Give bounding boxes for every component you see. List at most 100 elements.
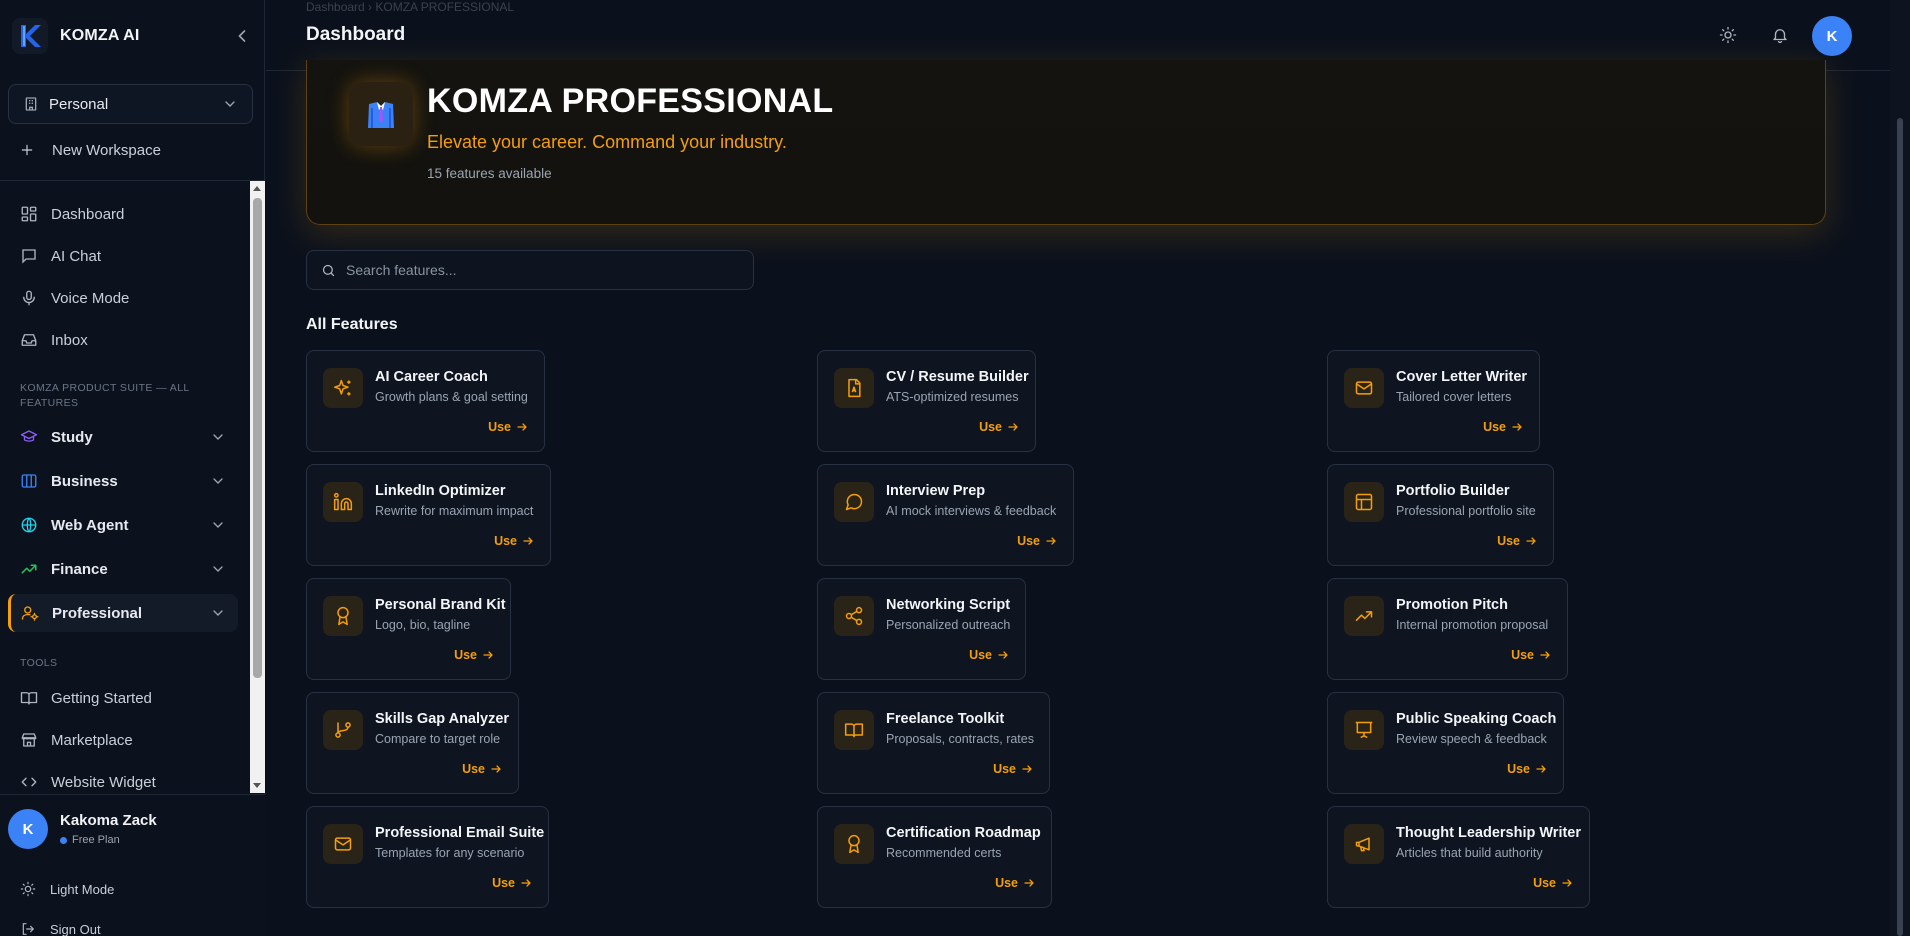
sidebar-item-dashboard[interactable]: Dashboard: [20, 202, 124, 226]
feature-description: Personalized outreach: [886, 618, 1011, 632]
feature-card-interview-prep[interactable]: Interview Prep AI mock interviews & feed…: [817, 464, 1074, 566]
feature-card-ai-career-coach[interactable]: AI Career Coach Growth plans & goal sett…: [306, 350, 545, 452]
use-label: Use: [1497, 534, 1520, 548]
use-button[interactable]: Use: [993, 762, 1033, 776]
workspace-select[interactable]: Personal: [8, 84, 253, 124]
page-title: Dashboard: [306, 24, 406, 45]
feature-description: AI mock interviews & feedback: [886, 504, 1057, 518]
graduation-cap-icon: [20, 428, 38, 446]
sidebar-group-business[interactable]: Business: [8, 462, 238, 500]
use-button[interactable]: Use: [969, 648, 1009, 662]
use-label: Use: [1511, 648, 1534, 662]
building-icon: [20, 472, 38, 490]
sidebar-item-marketplace[interactable]: Marketplace: [20, 728, 133, 752]
feature-card-thought-leadership-writer[interactable]: Thought Leadership Writer Articles that …: [1327, 806, 1590, 908]
sidebar-nav: Dashboard AI Chat Voice Mode Inbox KOMZA…: [0, 180, 265, 793]
sidebar-item-label: AI Chat: [51, 247, 102, 265]
layout-icon: [1344, 482, 1384, 522]
sidebar-item-getting-started[interactable]: Getting Started: [20, 686, 152, 710]
feature-card-cv-resume-builder[interactable]: CV / Resume Builder ATS-optimized resume…: [817, 350, 1036, 452]
sidebar-group-study[interactable]: Study: [8, 418, 238, 456]
feature-card-skills-gap-analyzer[interactable]: Skills Gap Analyzer Compare to target ro…: [306, 692, 519, 794]
search-input[interactable]: [346, 262, 726, 278]
use-button[interactable]: Use: [492, 876, 532, 890]
award-icon: [834, 824, 874, 864]
hero-banner: KOMZA PROFESSIONAL Elevate your career. …: [306, 60, 1826, 225]
scrollbar-thumb[interactable]: [1897, 118, 1903, 936]
use-button[interactable]: Use: [454, 648, 494, 662]
scroll-up-arrow-icon[interactable]: [253, 186, 261, 191]
presentation-icon: [1344, 710, 1384, 750]
feature-card-public-speaking-coach[interactable]: Public Speaking Coach Review speech & fe…: [1327, 692, 1564, 794]
theme-toggle-button[interactable]: [1719, 26, 1739, 46]
main-scrollbar[interactable]: [1890, 0, 1910, 936]
mail-icon: [323, 824, 363, 864]
use-button[interactable]: Use: [1533, 876, 1573, 890]
sign-out-button[interactable]: Sign Out: [20, 919, 101, 936]
sidebar-group-label: Web Agent: [51, 516, 129, 534]
use-button[interactable]: Use: [488, 420, 528, 434]
section-title: All Features: [306, 316, 398, 333]
use-button[interactable]: Use: [494, 534, 534, 548]
plan-status-dot: [60, 836, 67, 844]
feature-card-portfolio-builder[interactable]: Portfolio Builder Professional portfolio…: [1327, 464, 1554, 566]
search-box[interactable]: [306, 250, 754, 290]
use-label: Use: [979, 420, 1002, 434]
feature-card-freelance-toolkit[interactable]: Freelance Toolkit Proposals, contracts, …: [817, 692, 1050, 794]
sidebar-group-web-agent[interactable]: Web Agent: [8, 506, 238, 544]
feature-card-certification-roadmap[interactable]: Certification Roadmap Recommended certs …: [817, 806, 1052, 908]
feature-description: Compare to target role: [375, 732, 501, 746]
use-label: Use: [1533, 876, 1556, 890]
sidebar-item-voice-mode[interactable]: Voice Mode: [20, 286, 129, 310]
sidebar-item-website-widget[interactable]: Website Widget: [20, 770, 156, 794]
sidebar: KOMZA AI Personal New Workspace Dashboar…: [0, 0, 265, 936]
sign-out-icon: [20, 921, 36, 936]
scroll-down-arrow-icon[interactable]: [253, 783, 261, 788]
feature-card-linkedin-optimizer[interactable]: LinkedIn Optimizer Rewrite for maximum i…: [306, 464, 551, 566]
sidebar-group-label: Finance: [51, 560, 108, 578]
sidebar-group-finance[interactable]: Finance: [8, 550, 238, 588]
light-mode-button[interactable]: Light Mode: [20, 879, 114, 899]
chat-icon: [20, 247, 38, 265]
feature-title: Portfolio Builder: [1396, 483, 1510, 499]
use-button[interactable]: Use: [995, 876, 1035, 890]
hero-subtitle: Elevate your career. Command your indust…: [427, 132, 787, 152]
feature-description: Internal promotion proposal: [1396, 618, 1549, 632]
scrollbar-thumb[interactable]: [253, 198, 262, 678]
avatar[interactable]: K: [8, 809, 48, 849]
sidebar-group-professional[interactable]: Professional: [8, 594, 238, 632]
feature-card-personal-brand-kit[interactable]: Personal Brand Kit Logo, bio, tagline Us…: [306, 578, 511, 680]
avatar[interactable]: K: [1812, 16, 1852, 56]
new-workspace-button[interactable]: New Workspace: [20, 139, 161, 161]
feature-card-promotion-pitch[interactable]: Promotion Pitch Internal promotion propo…: [1327, 578, 1568, 680]
feature-description: Review speech & feedback: [1396, 732, 1547, 746]
use-label: Use: [488, 420, 511, 434]
sidebar-item-label: Inbox: [51, 331, 88, 349]
use-button[interactable]: Use: [1483, 420, 1523, 434]
sidebar-scrollbar[interactable]: [250, 181, 265, 793]
use-button[interactable]: Use: [1507, 762, 1547, 776]
feature-card-professional-email-suite[interactable]: Professional Email Suite Templates for a…: [306, 806, 549, 908]
use-button[interactable]: Use: [979, 420, 1019, 434]
collapse-sidebar-button[interactable]: [232, 26, 252, 46]
sidebar-item-label: Marketplace: [51, 731, 133, 749]
sidebar-item-label: Getting Started: [51, 689, 152, 707]
sidebar-item-inbox[interactable]: Inbox: [20, 328, 88, 352]
use-button[interactable]: Use: [1497, 534, 1537, 548]
use-button[interactable]: Use: [1017, 534, 1057, 548]
notifications-button[interactable]: [1771, 26, 1791, 46]
feature-card-cover-letter-writer[interactable]: Cover Letter Writer Tailored cover lette…: [1327, 350, 1540, 452]
feature-card-networking-script[interactable]: Networking Script Personalized outreach …: [817, 578, 1026, 680]
feature-title: Personal Brand Kit: [375, 597, 506, 613]
feature-title: Professional Email Suite: [375, 825, 545, 841]
chevron-down-icon: [210, 473, 226, 489]
sparkles-icon: [323, 368, 363, 408]
brand: KOMZA AI: [12, 18, 252, 54]
trending-up-icon: [1344, 596, 1384, 636]
brand-logo: [12, 18, 48, 54]
use-button[interactable]: Use: [462, 762, 502, 776]
use-label: Use: [993, 762, 1016, 776]
sidebar-item-ai-chat[interactable]: AI Chat: [20, 244, 101, 268]
use-button[interactable]: Use: [1511, 648, 1551, 662]
chevron-down-icon: [210, 605, 226, 621]
